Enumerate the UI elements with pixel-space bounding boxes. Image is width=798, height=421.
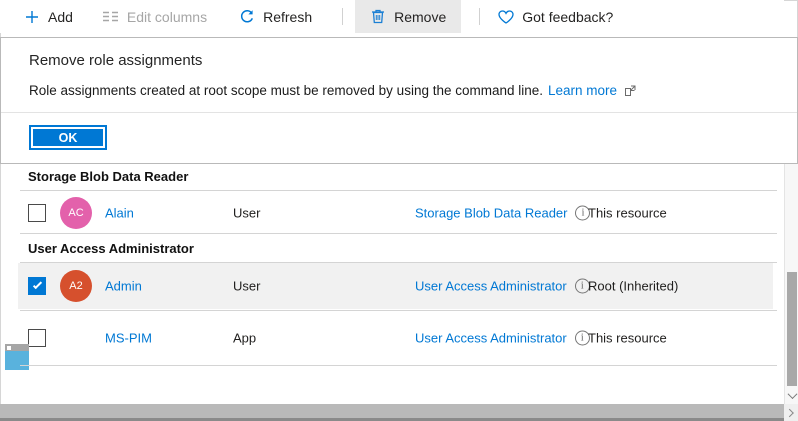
remove-role-assignments-dialog: Remove role assignments Role assignments…: [0, 37, 798, 164]
remove-button[interactable]: Remove: [355, 0, 462, 33]
dialog-divider: [1, 112, 797, 113]
row-checkbox[interactable]: [28, 329, 46, 347]
refresh-button[interactable]: Refresh: [235, 0, 316, 33]
chevron-down-icon: [787, 388, 797, 399]
add-button-label: Add: [48, 8, 73, 25]
toolbar-separator: [479, 8, 481, 25]
dialog-title: Remove role assignments: [29, 52, 203, 69]
dialog-message: Role assignments created at root scope m…: [29, 83, 636, 98]
assignee-type: App: [233, 330, 257, 346]
table-row-admin[interactable]: A2 Admin User User Access Administrator …: [18, 263, 773, 309]
edit-columns-label: Edit columns: [126, 8, 208, 25]
role-link[interactable]: User Access Administrator: [415, 331, 567, 346]
role-link[interactable]: Storage Blob Data Reader: [415, 205, 567, 220]
role-cell: User Access Administrator i: [415, 330, 590, 346]
add-button[interactable]: Add: [20, 0, 77, 33]
dialog-message-text: Role assignments created at root scope m…: [29, 83, 544, 98]
heart-icon: [498, 9, 514, 25]
table-row-ms-pim[interactable]: MS-PIM App User Access Administrator i T…: [0, 311, 784, 370]
scope-value: Root (Inherited): [588, 278, 679, 294]
scroll-down-button[interactable]: [785, 386, 798, 404]
assignee-name-link[interactable]: Admin: [105, 279, 142, 294]
divider: [20, 190, 777, 191]
assignee-name-link[interactable]: Alain: [105, 205, 134, 220]
edit-columns-button: Edit columns: [99, 0, 211, 33]
divider: [20, 365, 777, 366]
refresh-button-label: Refresh: [263, 8, 313, 25]
role-link[interactable]: User Access Administrator: [415, 279, 567, 294]
row-checkbox[interactable]: [28, 277, 46, 295]
role-cell: User Access Administrator i: [415, 278, 590, 294]
assignee-type: User: [233, 205, 261, 220]
avatar: AC: [60, 196, 92, 229]
role-assignments-window: Add Edit columns Refresh Remove Got feed…: [0, 0, 798, 421]
toolbar-separator: [342, 8, 344, 25]
trash-icon: [370, 9, 386, 25]
avatar: A2: [60, 270, 92, 302]
plus-icon: [24, 9, 40, 25]
vertical-scrollbar-thumb[interactable]: [786, 272, 797, 386]
external-link-icon: [624, 85, 636, 97]
group-header-user-access-administrator: User Access Administrator: [28, 241, 194, 256]
got-feedback-label: Got feedback?: [522, 8, 614, 25]
vertical-scrollbar[interactable]: [784, 164, 798, 404]
scope-value: This resource: [588, 205, 667, 220]
toolbar: Add Edit columns Refresh Remove Got feed…: [0, 0, 784, 33]
remove-button-label: Remove: [394, 8, 447, 25]
got-feedback-button[interactable]: Got feedback?: [494, 0, 617, 33]
refresh-icon: [239, 9, 255, 25]
columns-icon: [103, 9, 119, 25]
assignee-type: User: [233, 278, 261, 294]
row-checkbox[interactable]: [28, 203, 46, 222]
divider: [20, 233, 777, 234]
scroll-right-button[interactable]: [784, 404, 798, 421]
role-cell: Storage Blob Data Reader i: [415, 205, 591, 220]
scope-value: This resource: [588, 330, 667, 346]
horizontal-scrollbar-thumb[interactable]: [0, 404, 784, 421]
table-row-alain[interactable]: AC Alain User Storage Blob Data Reader i…: [0, 192, 784, 233]
chevron-right-icon: [785, 408, 794, 417]
assignee-name-link[interactable]: MS-PIM: [105, 331, 152, 346]
learn-more-link[interactable]: Learn more: [548, 83, 617, 98]
ok-button[interactable]: OK: [29, 125, 107, 150]
group-header-storage-blob-data-reader: Storage Blob Data Reader: [28, 169, 189, 184]
